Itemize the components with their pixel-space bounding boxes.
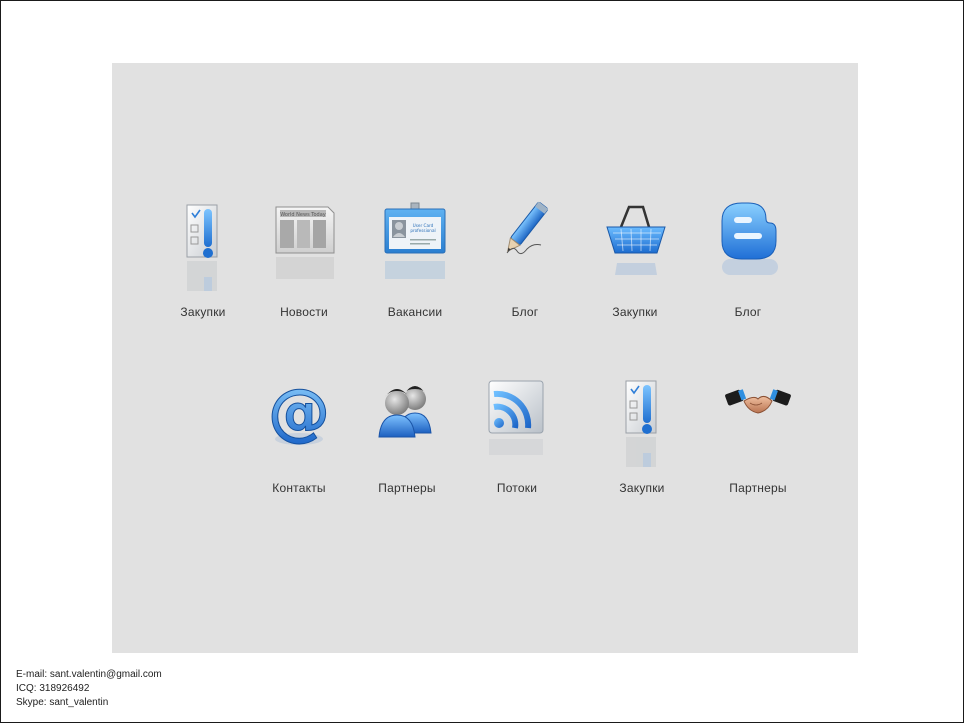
tile-blog-1[interactable]: Блог: [470, 201, 580, 331]
newspaper-icon: World News Today: [268, 201, 340, 291]
tile-label: Вакансии: [387, 305, 443, 319]
pencil-icon: [489, 201, 561, 291]
tile-label: Партнеры: [378, 481, 436, 495]
footer-skype: Skype: sant_valentin: [16, 697, 109, 708]
basket-icon: [599, 201, 671, 291]
icon-grid-panel: Закупки World News Today Новости User Ca…: [112, 63, 858, 653]
contact-footer: E-mail: sant.valentin@gmail.com ICQ: 318…: [16, 668, 162, 710]
tile-label: Новости: [280, 305, 328, 319]
tile-label: Потоки: [496, 481, 538, 495]
footer-icq: ICQ: 318926492: [16, 683, 90, 694]
tile-label: Партнеры: [729, 481, 787, 495]
checklist-icon: [606, 377, 678, 467]
tile-label: Закупки: [619, 481, 665, 495]
badge-line-2: professional: [410, 228, 435, 233]
newspaper-masthead: World News Today: [280, 212, 326, 218]
tile-zakupki-1[interactable]: Закупки: [148, 201, 258, 331]
tile-potoki[interactable]: Потоки: [462, 377, 572, 507]
tile-vakansii[interactable]: User Card professional Вакансии: [360, 201, 470, 331]
people-icon: [371, 377, 443, 467]
tile-zakupki-3[interactable]: Закупки: [587, 377, 697, 507]
tile-label: Блог: [734, 305, 762, 319]
tile-partnery-1[interactable]: Партнеры: [352, 377, 462, 507]
tile-label: Закупки: [180, 305, 226, 319]
handshake-icon: [722, 377, 794, 467]
tile-label: Контакты: [272, 481, 326, 495]
tile-novosti[interactable]: World News Today Новости: [249, 201, 359, 331]
tile-blog-2[interactable]: Блог: [693, 201, 803, 331]
footer-email[interactable]: E-mail: sant.valentin@gmail.com: [16, 668, 162, 682]
blogger-icon: [712, 201, 784, 291]
tile-partnery-2[interactable]: Партнеры: [703, 377, 813, 507]
tile-label: Закупки: [612, 305, 658, 319]
badge-icon: User Card professional: [379, 201, 451, 291]
tile-label: Блог: [511, 305, 539, 319]
tile-kontakty[interactable]: @ Контакты: [244, 377, 354, 507]
at-sign-icon: @: [263, 377, 335, 467]
tile-zakupki-2[interactable]: Закупки: [580, 201, 690, 331]
checklist-icon: [167, 201, 239, 291]
rss-icon: [481, 377, 553, 467]
